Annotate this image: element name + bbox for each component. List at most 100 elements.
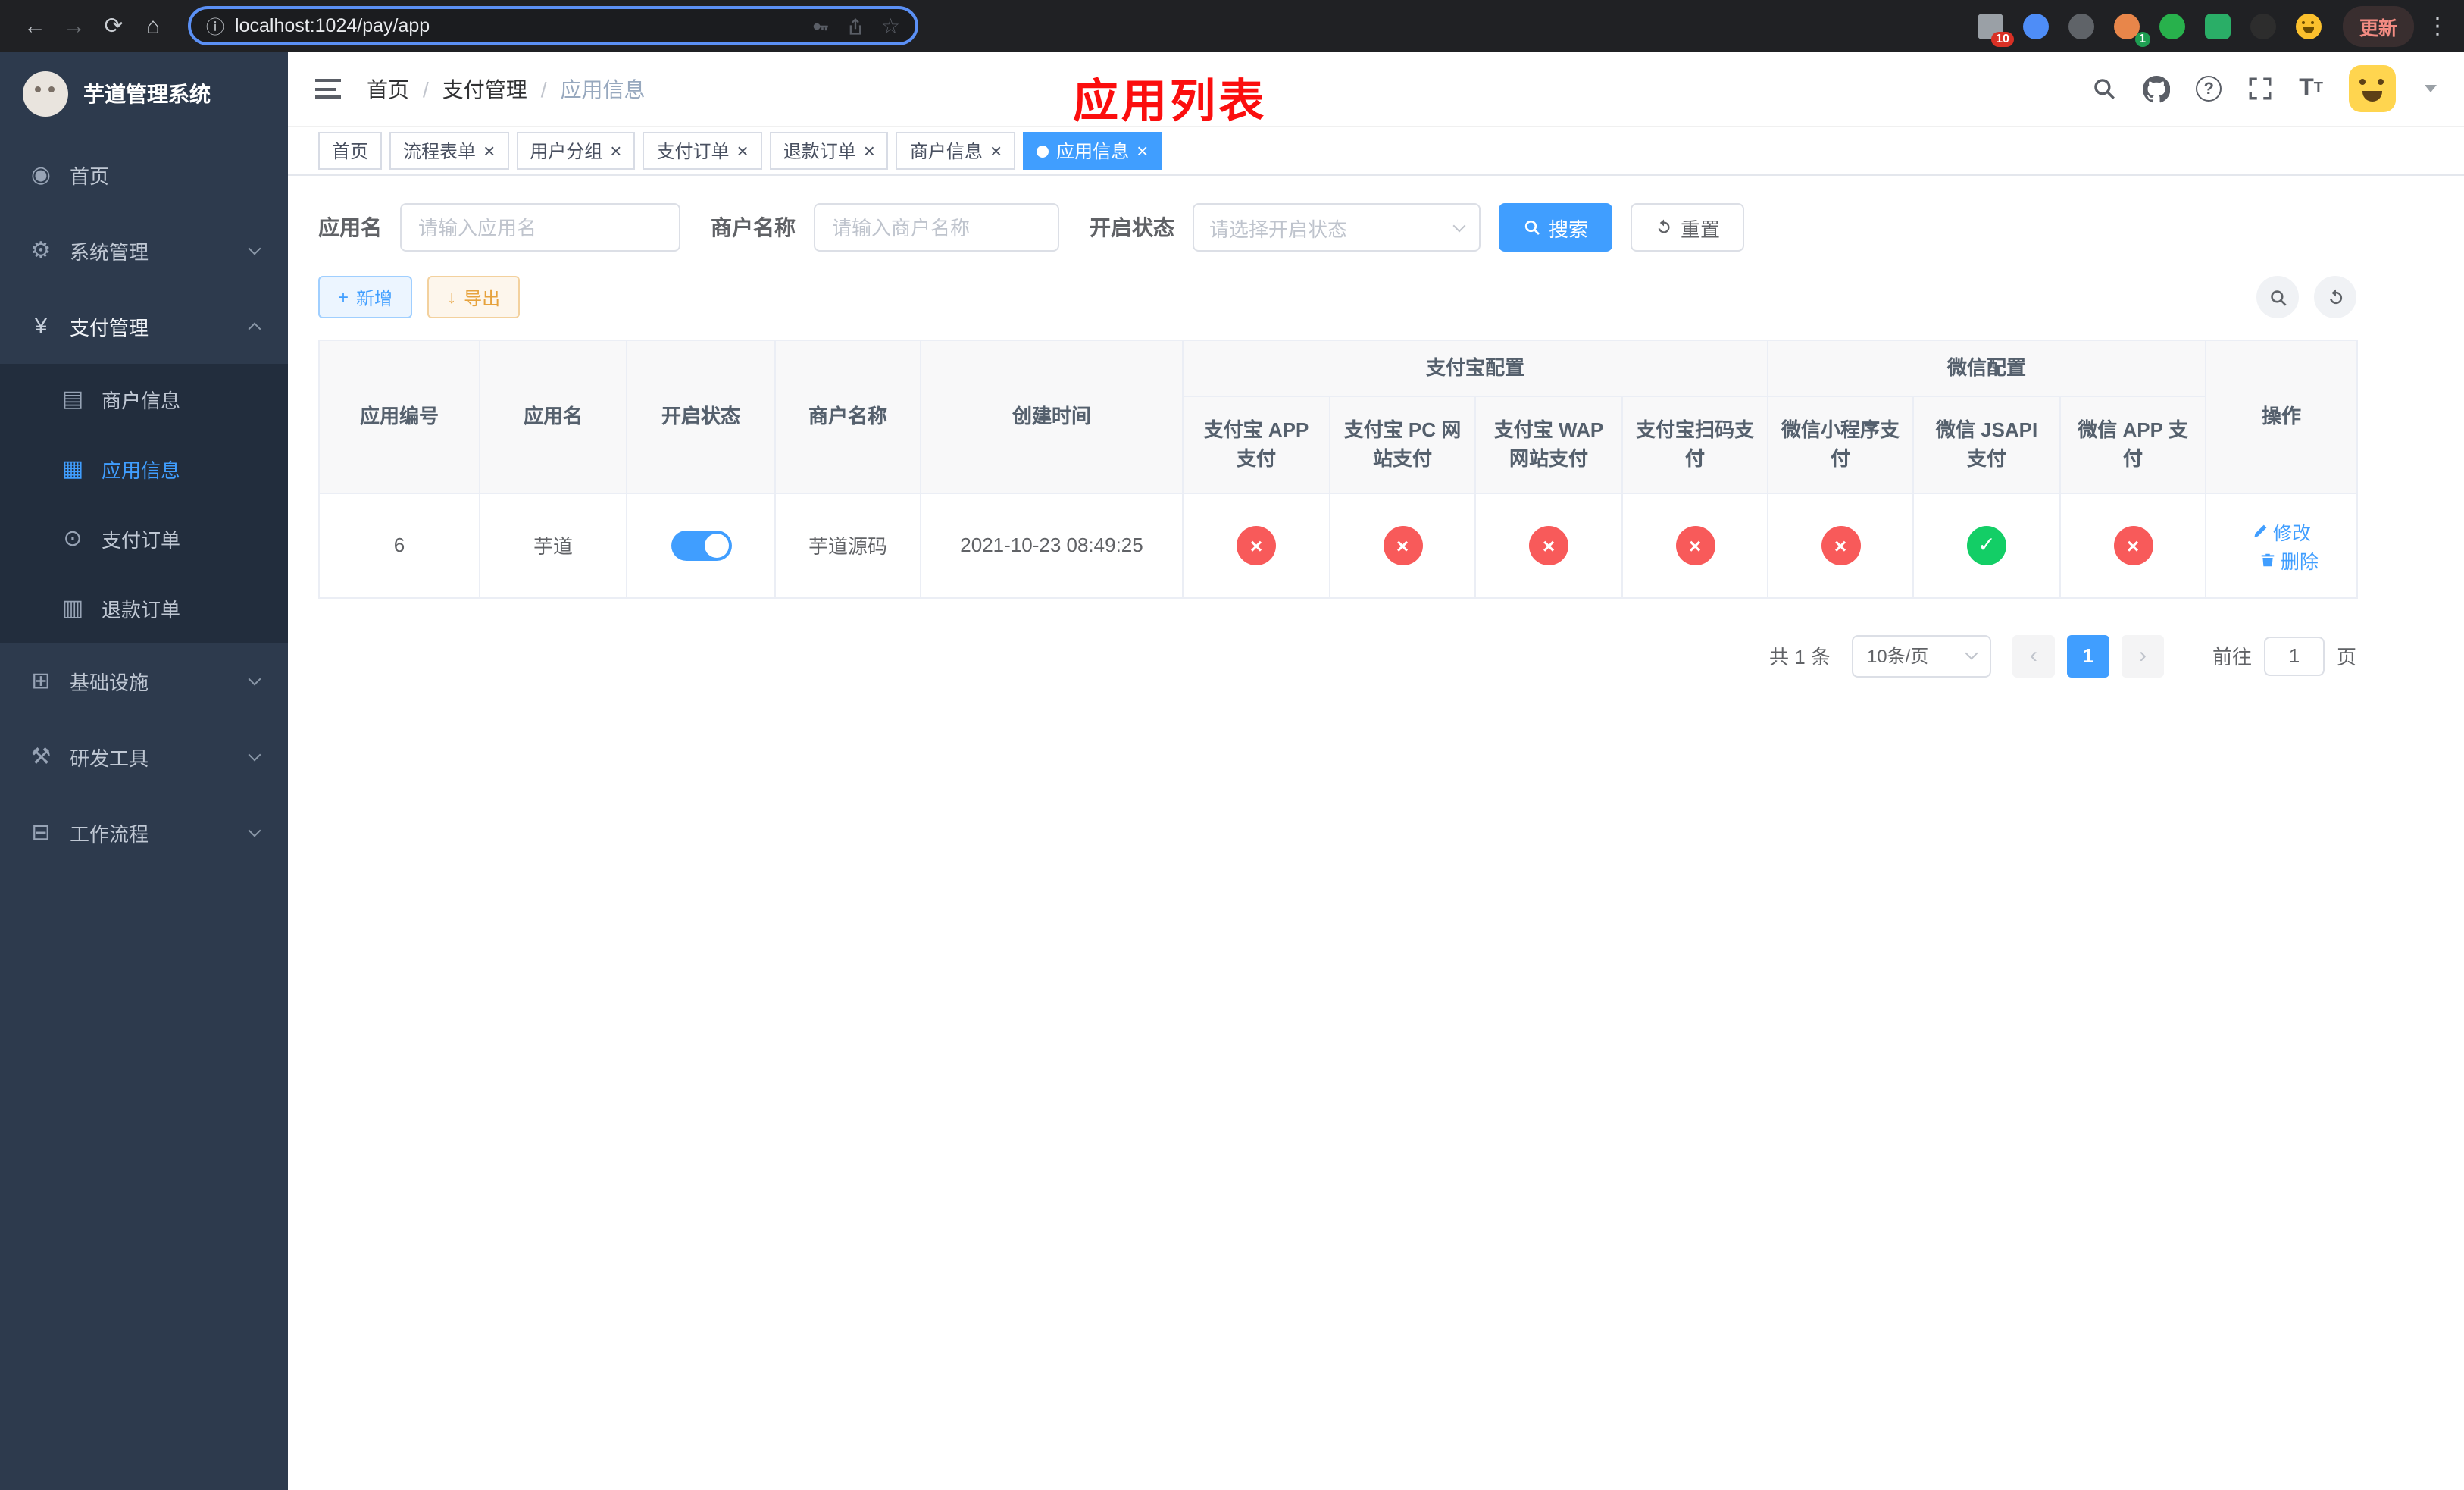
col-group-wechat: 微信配置 bbox=[1767, 340, 2207, 396]
help-icon[interactable]: ? bbox=[2196, 76, 2222, 102]
extension-icon[interactable] bbox=[2068, 13, 2094, 39]
reset-button-label: 重置 bbox=[1681, 218, 1721, 240]
sidebar-item-refund-order[interactable]: ▥ 退款订单 bbox=[0, 573, 288, 643]
col-header-alipay-qr: 支付宝扫码支付 bbox=[1621, 395, 1769, 493]
tab-user-group[interactable]: 用户分组 × bbox=[516, 132, 636, 170]
sidebar-item-home[interactable]: ◉ 首页 bbox=[0, 136, 288, 212]
refresh-button[interactable] bbox=[2314, 276, 2356, 318]
tab-close-icon[interactable]: × bbox=[1137, 141, 1148, 161]
status-label: 开启状态 bbox=[1090, 215, 1174, 239]
share-icon[interactable] bbox=[846, 16, 866, 36]
col-header-status: 开启状态 bbox=[626, 340, 776, 493]
download-icon: ↓ bbox=[447, 286, 457, 308]
app-table: 应用编号 应用名 开启状态 商户名称 创建时间 支付宝配置 微信配置 操作 支付… bbox=[318, 340, 2359, 598]
tab-process-form[interactable]: 流程表单 × bbox=[389, 132, 509, 170]
avatar-caret-icon[interactable] bbox=[2425, 85, 2437, 92]
home-icon[interactable]: ⌂ bbox=[133, 6, 173, 45]
sidebar-toggle-icon[interactable] bbox=[315, 79, 341, 99]
chrome-update-button[interactable]: 更新 bbox=[2342, 5, 2414, 46]
tab-close-icon[interactable]: × bbox=[864, 141, 875, 161]
sidebar-item-system[interactable]: ⚙ 系统管理 bbox=[0, 212, 288, 288]
chevron-down-icon bbox=[248, 823, 261, 837]
tab-label: 首页 bbox=[332, 141, 369, 162]
tab-home[interactable]: 首页 bbox=[318, 132, 383, 170]
active-tab-dot-icon bbox=[1037, 145, 1049, 157]
sidebar-item-infra[interactable]: ⊞ 基础设施 bbox=[0, 643, 288, 718]
delete-link[interactable]: 删除 bbox=[2259, 545, 2319, 574]
merchant-card-icon: ▤ bbox=[61, 387, 84, 412]
search-icon[interactable] bbox=[2091, 76, 2117, 102]
tab-close-icon[interactable]: × bbox=[483, 141, 495, 161]
reset-button[interactable]: 重置 bbox=[1631, 203, 1745, 252]
font-size-icon[interactable]: TT bbox=[2299, 76, 2323, 101]
gear-icon: ⚙ bbox=[30, 238, 52, 264]
back-icon[interactable]: ← bbox=[15, 6, 55, 45]
sidebar-item-label: 支付订单 bbox=[102, 528, 181, 551]
sidebar-item-workflow[interactable]: ⊟ 工作流程 bbox=[0, 794, 288, 870]
sidebar-item-app-info[interactable]: ▦ 应用信息 bbox=[0, 434, 288, 503]
sidebar-item-label: 商户信息 bbox=[102, 389, 181, 412]
site-info-icon[interactable]: ⓘ bbox=[206, 13, 224, 39]
sidebar-item-devtools[interactable]: ⚒ 研发工具 bbox=[0, 718, 288, 794]
user-avatar[interactable] bbox=[2349, 65, 2396, 112]
github-icon[interactable] bbox=[2143, 75, 2171, 102]
tab-close-icon[interactable]: × bbox=[737, 141, 749, 161]
logo-avatar bbox=[23, 71, 68, 117]
chevron-up-icon bbox=[248, 321, 261, 335]
browser-menu-icon[interactable]: ⋮ bbox=[2426, 12, 2449, 39]
breadcrumb-item[interactable]: 首页 bbox=[367, 74, 409, 104]
extension-icon[interactable] bbox=[2204, 13, 2231, 39]
tab-pay-order[interactable]: 支付订单 × bbox=[643, 132, 762, 170]
tab-refund-order[interactable]: 退款订单 × bbox=[769, 132, 889, 170]
tab-close-icon[interactable]: × bbox=[990, 141, 1002, 161]
status-select[interactable]: 请选择开启状态 bbox=[1193, 203, 1481, 252]
chevron-down-icon bbox=[248, 747, 261, 761]
sidebar-item-merchant-info[interactable]: ▤ 商户信息 bbox=[0, 364, 288, 434]
sidebar: 芋道管理系统 ◉ 首页 ⚙ 系统管理 ¥ 支付管理 ▤ 商户信息 ▦ 应用信息 … bbox=[0, 52, 288, 1490]
table-row: 6 芋道 芋道源码 2021-10-23 08:49:25 × × × × × bbox=[318, 492, 2359, 598]
page-1-button[interactable]: 1 bbox=[2066, 634, 2109, 677]
breadcrumb-item[interactable]: 支付管理 bbox=[442, 74, 527, 104]
bookmark-star-icon[interactable]: ☆ bbox=[881, 13, 900, 39]
prev-page-button[interactable]: ‹ bbox=[2012, 634, 2055, 677]
extension-icon[interactable]: 1 bbox=[2113, 13, 2150, 46]
reload-icon[interactable]: ⟳ bbox=[94, 6, 133, 45]
extensions-puzzle-icon[interactable]: 10 bbox=[1977, 13, 2014, 46]
toggle-search-button[interactable] bbox=[2256, 276, 2299, 318]
extension-icon[interactable] bbox=[2250, 13, 2276, 39]
sidebar-item-payment[interactable]: ¥ 支付管理 bbox=[0, 288, 288, 364]
merchant-name-input[interactable] bbox=[814, 203, 1059, 252]
sidebar-item-label: 基础设施 bbox=[70, 671, 149, 693]
alipay-qr-status-icon: × bbox=[1675, 525, 1715, 565]
tab-merchant-info[interactable]: 商户信息 × bbox=[896, 132, 1016, 170]
fullscreen-icon[interactable] bbox=[2247, 76, 2273, 102]
extension-icon[interactable] bbox=[2022, 13, 2049, 39]
breadcrumb-current: 应用信息 bbox=[560, 77, 646, 101]
status-toggle[interactable] bbox=[671, 530, 731, 560]
status-select-placeholder: 请选择开启状态 bbox=[1209, 218, 1348, 240]
tab-close-icon[interactable]: × bbox=[610, 141, 621, 161]
next-page-button[interactable]: › bbox=[2121, 634, 2164, 677]
tab-label: 商户信息 bbox=[909, 141, 983, 162]
app-name-input[interactable] bbox=[400, 203, 680, 252]
sidebar-item-pay-order[interactable]: ⊙ 支付订单 bbox=[0, 503, 288, 573]
devtools-icon: ⚒ bbox=[30, 744, 52, 770]
tab-label: 应用信息 bbox=[1056, 141, 1130, 162]
refund-order-icon: ▥ bbox=[61, 596, 84, 621]
password-key-icon[interactable] bbox=[811, 16, 831, 36]
app-logo[interactable]: 芋道管理系统 bbox=[0, 52, 288, 136]
export-button[interactable]: ↓ 导出 bbox=[427, 276, 521, 318]
extension-emoji-icon[interactable] bbox=[2295, 13, 2322, 39]
app-title: 芋道管理系统 bbox=[83, 82, 211, 106]
page-size-select[interactable]: 10条/页 bbox=[1851, 634, 1991, 677]
add-button[interactable]: + 新增 bbox=[318, 276, 413, 318]
forward-icon[interactable]: → bbox=[55, 6, 94, 45]
cell-created: 2021-10-23 08:49:25 bbox=[920, 492, 1184, 598]
extension-icon[interactable] bbox=[2159, 13, 2185, 39]
tab-app-info[interactable]: 应用信息 × bbox=[1023, 132, 1162, 170]
url-bar[interactable]: ⓘ localhost:1024/pay/app ☆ bbox=[188, 6, 918, 45]
goto-page-input[interactable] bbox=[2263, 636, 2325, 675]
edit-link[interactable]: 修改 bbox=[2252, 516, 2311, 545]
url-text: localhost:1024/pay/app bbox=[235, 15, 430, 36]
search-button[interactable]: 搜索 bbox=[1499, 203, 1613, 252]
